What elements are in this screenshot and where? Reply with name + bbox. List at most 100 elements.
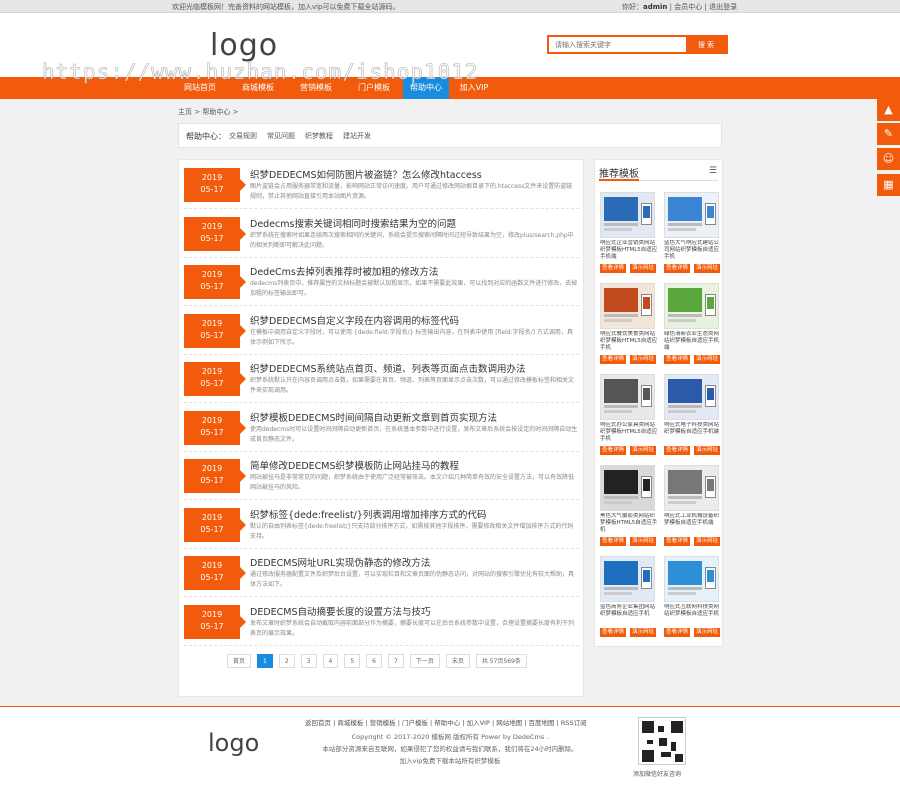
qq-icon[interactable]: ☺ <box>877 148 900 170</box>
template-thumbnail[interactable] <box>600 283 655 329</box>
footer-links[interactable]: 返回首页 | 商城模板 | 营销模板 | 门户模板 | 帮助中心 | 加入VIP… <box>305 717 587 727</box>
view-detail-button[interactable]: 查看详情 <box>664 537 691 546</box>
view-detail-button[interactable]: 查看详情 <box>600 537 627 546</box>
demo-url-button[interactable]: 演示网址 <box>694 355 721 364</box>
help-link-tutorial[interactable]: 织梦教程 <box>305 131 333 141</box>
article-row[interactable]: 2019 05-17 织梦DEDECMS系统站点首页、频道、列表等页面点击数调用办法… <box>184 355 579 403</box>
template-thumbnail[interactable] <box>664 374 719 420</box>
template-name[interactable]: 黑色大气摄影类网站织梦模板HTML5自适应手机 <box>600 513 658 535</box>
article-row[interactable]: 2019 05-17 织梦DEDECMS如何防图片被盗链？怎么修改htaccess 图… <box>184 161 579 209</box>
page-first-button[interactable]: 首页 <box>227 654 252 668</box>
template-card: 响应式互联网科技类网站织梦模板自适应手机查看详情 演示网址 <box>661 556 721 642</box>
help-link-dev[interactable]: 建站开发 <box>343 131 371 141</box>
demo-url-button[interactable]: 演示网址 <box>694 264 721 273</box>
article-row[interactable]: 2019 05-17 织梦模板DEDECMS时间间隔自动更新文章到首页实现方法 使用d… <box>184 404 579 452</box>
template-thumbnail[interactable] <box>600 556 655 602</box>
demo-url-button[interactable]: 演示网址 <box>694 628 721 637</box>
page-number-button[interactable]: 1 <box>257 654 273 668</box>
username-link[interactable]: admin <box>643 3 667 11</box>
member-center-link[interactable]: 会员中心 <box>674 3 702 11</box>
view-detail-button[interactable]: 查看详情 <box>664 628 691 637</box>
template-thumbnail[interactable] <box>600 374 655 420</box>
template-name[interactable]: 响应式餐饮美食类网站织梦模板HTML5自适应手机 <box>600 331 658 353</box>
article-row[interactable]: 2019 05-17 织梦DEDECMS自定义字段在内容调用的标签代码 在模板中调用自… <box>184 307 579 355</box>
article-title[interactable]: DEDECMS网址URL实现伪静态的修改方法 <box>250 555 430 569</box>
template-name[interactable]: 蓝色大气响应式建站公司网站织梦模板自适应手机 <box>664 240 722 262</box>
view-detail-button[interactable]: 查看详情 <box>664 355 691 364</box>
article-title[interactable]: 织梦DEDECMS系统站点首页、频道、列表等页面点击数调用办法 <box>250 361 526 375</box>
view-detail-button[interactable]: 查看详情 <box>600 355 627 364</box>
template-thumbnail[interactable] <box>664 465 719 511</box>
article-row[interactable]: 2019 05-17 Dedecms搜索关键词相同时搜索结果为空的问题 织梦系统在搜索… <box>184 210 579 258</box>
article-date-badge: 2019 05-17 <box>184 556 246 590</box>
help-link-faq[interactable]: 常见问题 <box>267 131 295 141</box>
article-summary: 网站被挂马是非常常见的问题，织梦系统由于使用广泛经常被攻击。本文介绍几种简单有效… <box>250 474 575 491</box>
article-title[interactable]: DEDECMS自动摘要长度的设置方法与技巧 <box>250 604 431 618</box>
template-name[interactable]: 响应式电子科技类网站织梦模板自适应手机端 <box>664 422 722 444</box>
template-thumbnail[interactable] <box>664 283 719 329</box>
article-title[interactable]: 简单修改DEDECMS织梦模板防止网站挂马的教程 <box>250 458 459 472</box>
article-title[interactable]: 织梦模板DEDECMS时间间隔自动更新文章到首页实现方法 <box>250 410 497 424</box>
template-name[interactable]: 响应式企业营销类网站织梦模板HTML5自适应手机端 <box>600 240 658 262</box>
article-date-badge: 2019 05-17 <box>184 265 246 299</box>
page-total-label[interactable]: 共 57页569条 <box>475 654 527 668</box>
demo-url-button[interactable]: 演示网址 <box>630 264 657 273</box>
qrcode-image <box>638 717 686 765</box>
demo-url-button[interactable]: 演示网址 <box>630 628 657 637</box>
article-row[interactable]: 2019 05-17 DEDECMS网址URL实现伪静态的修改方法 通过修改服务器配置… <box>184 549 579 597</box>
edit-icon[interactable]: ✎ <box>877 123 900 145</box>
template-name[interactable]: 响应式互联网科技类网站织梦模板自适应手机 <box>664 604 722 626</box>
template-thumbnail[interactable] <box>600 465 655 511</box>
article-title[interactable]: Dedecms搜索关键词相同时搜索结果为空的问题 <box>250 216 456 230</box>
page-number-button[interactable]: 2 <box>278 654 295 668</box>
demo-url-button[interactable]: 演示网址 <box>630 446 657 455</box>
pagination: 首页 1 2 3 4 5 6 7 下一页 末页共 57页569条 <box>227 654 527 668</box>
template-name[interactable]: 蓝色商务企业集团网站织梦模板自适应手机 <box>600 604 658 626</box>
view-detail-button[interactable]: 查看详情 <box>600 628 627 637</box>
template-card: 响应式工业机械设备织梦模板自适应手机端查看详情 演示网址 <box>661 465 721 551</box>
logout-link[interactable]: 退出登录 <box>709 3 737 11</box>
demo-url-button[interactable]: 演示网址 <box>694 446 721 455</box>
footer-vip[interactable]: 加入vip免费下载本站所有织梦模板 <box>0 755 900 765</box>
welcome-text: 欢迎光临模板网！完善资料的网站模板，加入vip可以免费下载全站源码。 <box>172 3 400 11</box>
qrcode-icon[interactable]: ▦ <box>877 174 900 196</box>
template-thumbnail[interactable] <box>664 556 719 602</box>
demo-url-button[interactable]: 演示网址 <box>694 537 721 546</box>
page-number-button[interactable]: 3 <box>300 654 317 668</box>
help-link-rules[interactable]: 交易规则 <box>229 131 257 141</box>
view-detail-button[interactable]: 查看详情 <box>664 264 691 273</box>
demo-url-button[interactable]: 演示网址 <box>630 537 657 546</box>
search-button[interactable]: 搜 索 <box>686 37 726 52</box>
article-row[interactable]: 2019 05-17 DEDECMS自动摘要长度的设置方法与技巧 发布文章时织梦系统会… <box>184 598 579 646</box>
article-title[interactable]: DedeCms去掉列表推荐时被加粗的修改方法 <box>250 264 438 278</box>
article-row[interactable]: 2019 05-17 织梦标签{dede:freelist/}列表调用增加排序方式的… <box>184 501 579 549</box>
view-detail-button[interactable]: 查看详情 <box>600 446 627 455</box>
page-number-button[interactable]: 6 <box>366 654 382 668</box>
article-row[interactable]: 2019 05-17 简单修改DEDECMS织梦模板防止网站挂马的教程 网站被挂马是非… <box>184 452 579 500</box>
article-title[interactable]: 织梦DEDECMS自定义字段在内容调用的标签代码 <box>250 313 459 327</box>
template-thumbnail[interactable] <box>600 192 655 238</box>
page-last-button[interactable]: 末页 <box>445 654 470 668</box>
list-icon[interactable]: ☰ <box>709 166 717 176</box>
page-number-button[interactable]: 7 <box>387 654 404 668</box>
site-logo[interactable]: logo <box>210 28 278 63</box>
template-name[interactable]: 响应式工业机械设备织梦模板自适应手机端 <box>664 513 722 535</box>
article-row[interactable]: 2019 05-17 DedeCms去掉列表推荐时被加粗的修改方法 dedecms列表… <box>184 258 579 306</box>
top-icon[interactable]: ▲ <box>877 99 900 121</box>
article-title[interactable]: 织梦DEDECMS如何防图片被盗链？怎么修改htaccess <box>250 167 482 181</box>
page-next-button[interactable]: 下一页 <box>409 654 440 668</box>
template-card: 蓝色商务企业集团网站织梦模板自适应手机查看详情 演示网址 <box>597 556 657 642</box>
demo-url-button[interactable]: 演示网址 <box>630 355 657 364</box>
page-number-button[interactable]: 4 <box>322 654 339 668</box>
page-number-button[interactable]: 5 <box>344 654 361 668</box>
article-list: 2019 05-17 织梦DEDECMS如何防图片被盗链？怎么修改htaccess 图… <box>178 159 584 697</box>
template-name[interactable]: 绿色清新农业生态类网站织梦模板自适应手机端 <box>664 331 722 353</box>
article-title[interactable]: 织梦标签{dede:freelist/}列表调用增加排序方式的代码 <box>250 507 486 521</box>
view-detail-button[interactable]: 查看详情 <box>600 264 627 273</box>
template-thumbnail[interactable] <box>664 192 719 238</box>
search-input[interactable] <box>549 37 686 52</box>
template-card: 响应式餐饮美食类网站织梦模板HTML5自适应手机查看详情 演示网址 <box>597 283 657 369</box>
template-name[interactable]: 响应式办公家具类网站织梦模板HTML5自适应手机 <box>600 422 658 444</box>
breadcrumb[interactable]: 主页 > 帮助中心 > <box>178 107 238 117</box>
view-detail-button[interactable]: 查看详情 <box>664 446 691 455</box>
